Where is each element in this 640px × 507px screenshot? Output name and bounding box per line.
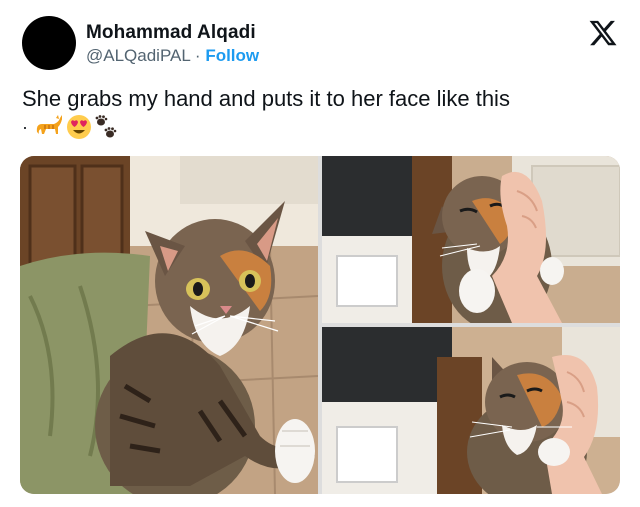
cat-photo-left[interactable] <box>20 156 318 494</box>
author-name[interactable]: Mohammad Alqadi <box>86 22 256 44</box>
handle-row: @ALQadiPAL · Follow <box>86 46 259 66</box>
emoji-row: · <box>22 113 118 141</box>
paw-prints-icon <box>95 115 117 138</box>
tweet-header: Mohammad Alqadi @ALQadiPAL · Follow <box>0 0 640 80</box>
cat-photo-bottom-right[interactable] <box>322 327 620 494</box>
author-handle[interactable]: @ALQadiPAL <box>86 46 190 65</box>
media-grid <box>20 156 620 494</box>
separator: · <box>190 46 206 65</box>
follow-button[interactable]: Follow <box>205 46 259 65</box>
cat-photo-top-right[interactable] <box>322 156 620 323</box>
heart-eyes-icon <box>67 115 91 139</box>
emoji-prefix: · <box>22 117 28 137</box>
avatar[interactable] <box>22 16 76 70</box>
cat-icon <box>36 115 62 134</box>
x-logo-icon[interactable] <box>588 18 618 48</box>
tweet-text: She grabs my hand and puts it to her fac… <box>22 86 510 111</box>
